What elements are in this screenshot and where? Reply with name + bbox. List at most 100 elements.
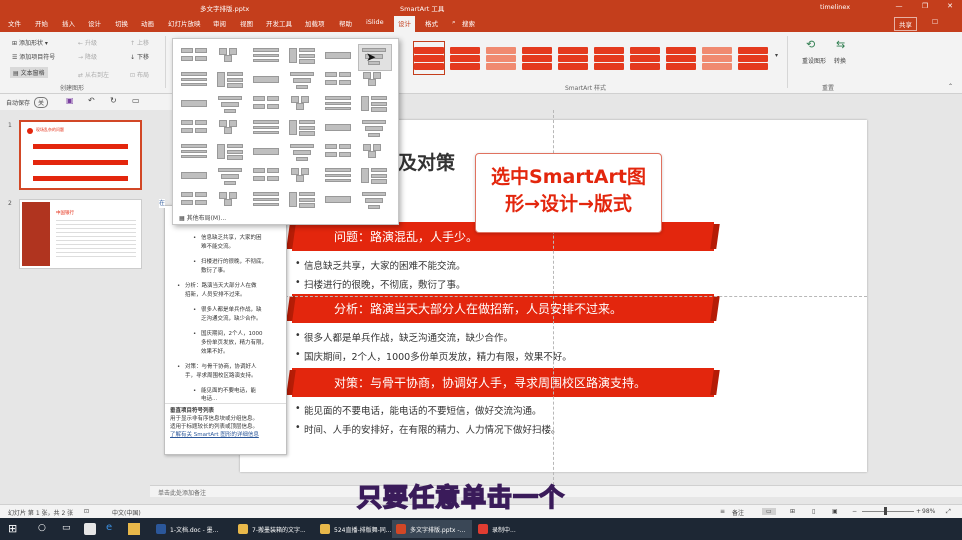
tab-islide[interactable]: iSlide (366, 18, 384, 26)
layout-option[interactable] (179, 93, 211, 118)
taskbar-item-folder[interactable]: 524直播-排版舞-同... (316, 520, 396, 538)
text-pane-line[interactable]: 信息缺乏共享，大家的困 (201, 234, 262, 243)
layout-option[interactable] (359, 117, 391, 142)
text-pane-line[interactable]: 招新，人员安排不过来。 (185, 291, 246, 300)
bullet-item[interactable]: 能见面的不要电话，能电话的不要短信，做好交流沟通。 (295, 403, 541, 417)
close-button[interactable]: ✕ (939, 2, 961, 12)
share-button[interactable]: 共享 (894, 17, 917, 31)
text-pane-line[interactable]: 多份单页发放，精力有限， (201, 339, 267, 348)
layout-option[interactable] (179, 141, 211, 166)
layout-option[interactable] (179, 165, 211, 190)
layout-option[interactable] (179, 69, 211, 94)
search-icon[interactable]: ⌕ (452, 18, 456, 27)
smartart-style-1[interactable] (413, 41, 445, 75)
zoom-slider-thumb[interactable] (884, 507, 887, 515)
tab-slideshow[interactable]: 幻灯片放映 (168, 18, 201, 28)
slide-title[interactable]: 及对策 (398, 148, 455, 175)
layout-option[interactable] (287, 165, 319, 190)
smartart-style-4[interactable] (522, 42, 552, 74)
slideshow-view-icon[interactable]: ▣ (832, 508, 838, 515)
add-shape-button[interactable]: ⊞ 添加形状 ▾ (12, 38, 48, 47)
tab-design[interactable]: 设计 (88, 18, 101, 28)
layout-option[interactable] (287, 69, 319, 94)
text-pane-line[interactable]: 手，寻求周围校区路演支持。 (185, 372, 257, 381)
right-to-left-button[interactable]: ⇄ 从右到左 (78, 70, 109, 79)
layout-option[interactable] (251, 69, 283, 94)
text-pane-line[interactable]: 敷衍了事。 (201, 267, 229, 276)
slideshow-start-icon[interactable]: ▭ (132, 96, 140, 105)
layout-option[interactable] (251, 117, 283, 142)
convert-button[interactable]: 转换 (834, 56, 846, 65)
tell-me-search[interactable]: 搜索 (462, 18, 475, 28)
smartart-banner-analysis[interactable]: 分析：路演当天大部分人在做招新，人员安排不过来。 (292, 294, 714, 323)
text-pane-line[interactable]: 扫楼进行的很晚，不彻底， (201, 258, 267, 267)
text-pane-line[interactable]: 对策：与骨干协商，协调好人 (185, 363, 257, 372)
move-up-button[interactable]: ↑ 上移 (130, 38, 149, 47)
comments-icon[interactable]: ☐ (932, 18, 938, 26)
layout-option[interactable] (323, 141, 355, 166)
layout-option[interactable] (179, 45, 211, 70)
autosave-toggle[interactable]: 关 (34, 97, 49, 108)
windows-start-icon[interactable]: ⊞ (8, 522, 20, 535)
reset-graphic-icon[interactable]: ⟲ (806, 38, 815, 51)
layout-option[interactable] (323, 165, 355, 190)
smartart-style-3[interactable] (486, 42, 516, 74)
layout-option[interactable] (179, 117, 211, 142)
layout-option[interactable] (251, 189, 283, 214)
layout-option[interactable] (323, 69, 355, 94)
layout-option[interactable] (215, 141, 247, 166)
bullet-item[interactable]: 扫楼进行的很晚，不彻底，敷衍了事。 (295, 277, 465, 291)
layout-option[interactable] (359, 165, 391, 190)
layout-option[interactable] (287, 93, 319, 118)
layout-button[interactable]: ⊡ 布局 (130, 70, 149, 79)
smartart-style-8[interactable] (666, 42, 696, 74)
smartart-banner-solution[interactable]: 对策：与骨干协商，协调好人手，寻求周围校区路演支持。 (292, 368, 714, 397)
layout-option[interactable] (251, 141, 283, 166)
layout-option[interactable] (215, 189, 247, 214)
layout-option[interactable] (359, 69, 391, 94)
taskbar-item-recorder[interactable]: 录制中... (474, 520, 524, 538)
fit-to-window-icon[interactable]: ⤢ (946, 508, 951, 516)
more-layouts-button[interactable]: ▦ 其他布局(M)... (179, 213, 226, 222)
normal-view-icon[interactable]: ▭ (762, 508, 776, 515)
redo-icon[interactable]: ↻ (110, 96, 117, 105)
tab-animations[interactable]: 动画 (141, 18, 154, 28)
layout-option[interactable] (323, 117, 355, 142)
text-pane-button[interactable]: ▤ 文本窗格 (10, 67, 48, 78)
layout-option[interactable] (323, 189, 355, 214)
slide-sorter-icon[interactable]: ⊞ (790, 508, 795, 515)
smartart-style-9[interactable] (702, 42, 732, 74)
layout-option[interactable] (179, 189, 211, 214)
layout-option[interactable] (359, 189, 391, 214)
bullet-item[interactable]: 很多人都是单兵作战，缺乏沟通交流，缺少合作。 (295, 330, 513, 344)
layout-option[interactable] (323, 45, 355, 70)
zoom-level[interactable]: 98% (922, 508, 935, 515)
accessibility-icon[interactable]: ⊡ (84, 508, 89, 515)
tab-developer[interactable]: 开发工具 (266, 18, 292, 28)
slide-thumbnail-2[interactable]: 中国银行 (19, 199, 142, 269)
layout-option[interactable] (215, 117, 247, 142)
tab-file[interactable]: 文件 (8, 18, 21, 28)
layout-option[interactable] (359, 141, 391, 166)
layout-option[interactable] (215, 45, 247, 70)
tab-review[interactable]: 审阅 (213, 18, 226, 28)
tab-transitions[interactable]: 切换 (115, 18, 128, 28)
layout-option[interactable] (251, 45, 283, 70)
undo-icon[interactable]: ↶ (88, 96, 95, 105)
convert-icon[interactable]: ⇆ (836, 38, 845, 51)
styles-more-icon[interactable]: ▾ (775, 52, 778, 59)
layout-option[interactable] (215, 69, 247, 94)
layout-option[interactable] (287, 117, 319, 142)
layout-option[interactable] (359, 93, 391, 118)
tab-insert[interactable]: 插入 (62, 18, 75, 28)
learn-more-link[interactable]: 了解有关 SmartArt 图形的详细信息 (170, 431, 281, 439)
text-pane-line[interactable]: 国庆期间，2个人，1000 (201, 330, 263, 339)
tab-home[interactable]: 开始 (35, 18, 48, 28)
layout-option[interactable] (287, 141, 319, 166)
tab-addins[interactable]: 加载项 (305, 18, 325, 28)
smartart-style-2[interactable] (450, 42, 480, 74)
smartart-style-5[interactable] (558, 42, 588, 74)
text-pane-line[interactable]: 乏沟通交流，缺少合作。 (201, 315, 262, 324)
layout-option[interactable] (251, 165, 283, 190)
promote-button[interactable]: ← 升级 (78, 38, 97, 47)
